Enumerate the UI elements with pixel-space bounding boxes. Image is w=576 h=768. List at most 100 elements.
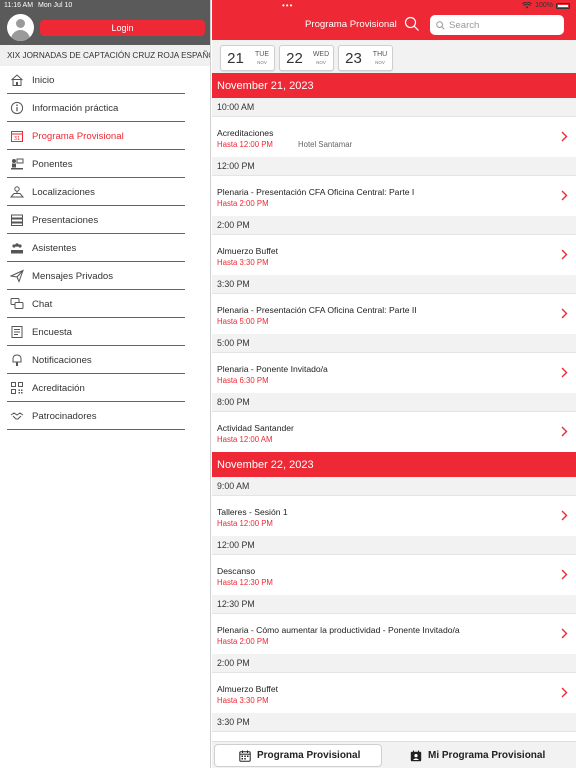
chevron-right-icon — [561, 131, 568, 142]
session-row[interactable]: Plenaria - Presentación CFA Oficina Cent… — [212, 294, 576, 334]
time-slot-header: 3:30 PM — [212, 713, 576, 732]
calendar-icon: 31 — [10, 129, 24, 143]
time-slot-header: 12:00 PM — [212, 536, 576, 555]
sidebar-item-informacion-practica[interactable]: Información práctica — [0, 94, 210, 122]
sidebar: Login XIX JORNADAS DE CAPTACIÓN CRUZ ROJ… — [0, 0, 211, 768]
date-chip-23[interactable]: 23 THU NOV — [338, 45, 393, 71]
event-name: XIX JORNADAS DE CAPTACIÓN CRUZ ROJA ESPA… — [0, 45, 210, 66]
status-time: 11:16 AM — [4, 2, 34, 9]
sidebar-item-label: Localizaciones — [32, 186, 95, 198]
session-row[interactable]: Acreditaciones Hasta 12:00 PM Hotel Santam… — [212, 117, 576, 157]
time-slot-header: 2:00 PM — [212, 654, 576, 673]
session-end-time: Hasta 2:00 PM — [217, 199, 269, 208]
page-title: Programa Provisional — [305, 19, 397, 30]
time-slot-header: 3:30 PM — [212, 275, 576, 294]
sidebar-item-label: Programa Provisional — [32, 130, 124, 142]
session-title: Almuerzo Buffet — [217, 684, 278, 694]
sidebar-item-label: Ponentes — [32, 158, 73, 170]
sidebar-item-inicio[interactable]: Inicio — [0, 66, 210, 94]
sidebar-item-acreditacion[interactable]: Acreditación — [0, 374, 210, 402]
battery-percent: 100% — [535, 2, 553, 9]
time-slot-header: 8:00 PM — [212, 393, 576, 412]
session-title: Plenaria - Presentación CFA Oficina Cent… — [217, 187, 415, 197]
date-selector: 21 TUE NOV 22 WED NOV 23 THU NOV — [212, 40, 576, 73]
home-icon — [10, 73, 24, 87]
sidebar-menu: Inicio Información práctica 31 Programa Pro… — [0, 66, 210, 430]
session-row[interactable]: Plenaria - Cómo aumentar la productivida… — [212, 614, 576, 654]
avatar[interactable] — [7, 14, 34, 41]
session-title: Plenaria - Cómo aumentar la productivida… — [217, 625, 460, 635]
time-slot-header: 10:00 AM — [212, 98, 576, 117]
notification-icon — [10, 353, 24, 367]
sidebar-item-label: Patrocinadores — [32, 410, 97, 422]
session-end-time: Hasta 3:30 PM — [217, 696, 269, 705]
tab-mi-programa-provisional[interactable]: Mi Programa Provisional — [410, 744, 574, 767]
battery-icon — [556, 2, 570, 9]
schedule-list: November 21, 2023 10:00 AM Acreditaciones H… — [212, 73, 576, 732]
wifi-icon — [522, 2, 533, 9]
status-bar: 11:16 AM Mon Jul 10 ••• 100% — [0, 0, 576, 11]
session-end-time: Hasta 2:00 PM — [217, 637, 269, 646]
qr-icon — [10, 381, 24, 395]
paper-plane-icon — [10, 269, 24, 283]
sidebar-item-localizaciones[interactable]: Localizaciones — [0, 178, 210, 206]
time-slot-header: 9:00 AM — [212, 477, 576, 496]
chevron-right-icon — [561, 628, 568, 639]
session-end-time: Hasta 12:00 AM — [217, 435, 273, 444]
session-title: Talleres - Sesión 1 — [217, 507, 288, 517]
search-field[interactable] — [430, 15, 564, 35]
session-title: Plenaria - Ponente Invitado/a — [217, 364, 328, 374]
chevron-right-icon — [561, 510, 568, 521]
sidebar-item-notificaciones[interactable]: Notificaciones — [0, 346, 210, 374]
session-title: Descanso — [217, 566, 256, 576]
day-header: November 22, 2023 — [212, 452, 576, 477]
session-row[interactable]: Plenaria - Presentación CFA Oficina Cent… — [212, 176, 576, 216]
time-slot-header: 12:00 PM — [212, 157, 576, 176]
login-button[interactable]: Login — [40, 20, 205, 36]
date-chip-22[interactable]: 22 WED NOV — [279, 45, 334, 71]
presentation-icon — [10, 213, 24, 227]
sidebar-item-asistentes[interactable]: Asistentes — [0, 234, 210, 262]
session-end-time: Hasta 6:30 PM — [217, 376, 269, 385]
sidebar-item-ponentes[interactable]: Ponentes — [0, 150, 210, 178]
chevron-right-icon — [561, 190, 568, 201]
session-row[interactable]: Almuerzo Buffet Hasta 3:30 PM — [212, 673, 576, 713]
sidebar-item-label: Mensajes Privados — [32, 270, 114, 282]
sidebar-item-label: Acreditación — [32, 382, 85, 394]
sidebar-item-label: Chat — [32, 298, 53, 310]
svg-text:31: 31 — [14, 136, 20, 142]
session-row[interactable]: Descanso Hasta 12:30 PM — [212, 555, 576, 595]
session-row[interactable]: Talleres - Sesión 1 Hasta 12:00 PM — [212, 496, 576, 536]
sidebar-item-encuesta[interactable]: Encuesta — [0, 318, 210, 346]
session-end-time: Hasta 12:30 PM — [217, 578, 273, 587]
session-row[interactable]: Almuerzo Buffet Hasta 3:30 PM — [212, 235, 576, 275]
multitasking-dots-icon[interactable]: ••• — [282, 1, 293, 10]
sidebar-item-label: Presentaciones — [32, 214, 99, 226]
sidebar-item-label: Asistentes — [32, 242, 77, 254]
sidebar-item-presentaciones[interactable]: Presentaciones — [0, 206, 210, 234]
sidebar-item-mensajes-privados[interactable]: Mensajes Privados — [0, 262, 210, 290]
time-slot-header: 12:30 PM — [212, 595, 576, 614]
session-location: Hotel Santamar — [298, 140, 353, 149]
search-icon[interactable] — [404, 16, 420, 32]
session-title: Almuerzo Buffet — [217, 246, 278, 256]
time-slot-header: 2:00 PM — [212, 216, 576, 235]
time-slot-header: 5:00 PM — [212, 334, 576, 353]
sidebar-item-programa-provisional[interactable]: 31 Programa Provisional — [0, 122, 210, 150]
bottom-tab-bar: Programa Provisional Mi Programa Provisi… — [212, 741, 576, 768]
search-input[interactable] — [449, 19, 557, 31]
chevron-right-icon — [561, 426, 568, 437]
sidebar-item-chat[interactable]: Chat — [0, 290, 210, 318]
tab-programa-provisional[interactable]: Programa Provisional — [214, 744, 382, 767]
date-chip-21[interactable]: 21 TUE NOV — [220, 45, 275, 71]
sidebar-item-patrocinadores[interactable]: Patrocinadores — [0, 402, 210, 430]
chevron-right-icon — [561, 569, 568, 580]
session-end-time: Hasta 12:00 PM — [217, 519, 273, 528]
session-row[interactable]: Actividad Santander Hasta 12:00 AM — [212, 412, 576, 452]
info-icon — [10, 101, 24, 115]
speaker-icon — [10, 157, 24, 171]
chevron-right-icon — [561, 367, 568, 378]
handshake-icon — [10, 409, 24, 423]
session-title: Plenaria - Presentación CFA Oficina Cent… — [217, 305, 417, 315]
session-row[interactable]: Plenaria - Ponente Invitado/a Hasta 6:30 … — [212, 353, 576, 393]
